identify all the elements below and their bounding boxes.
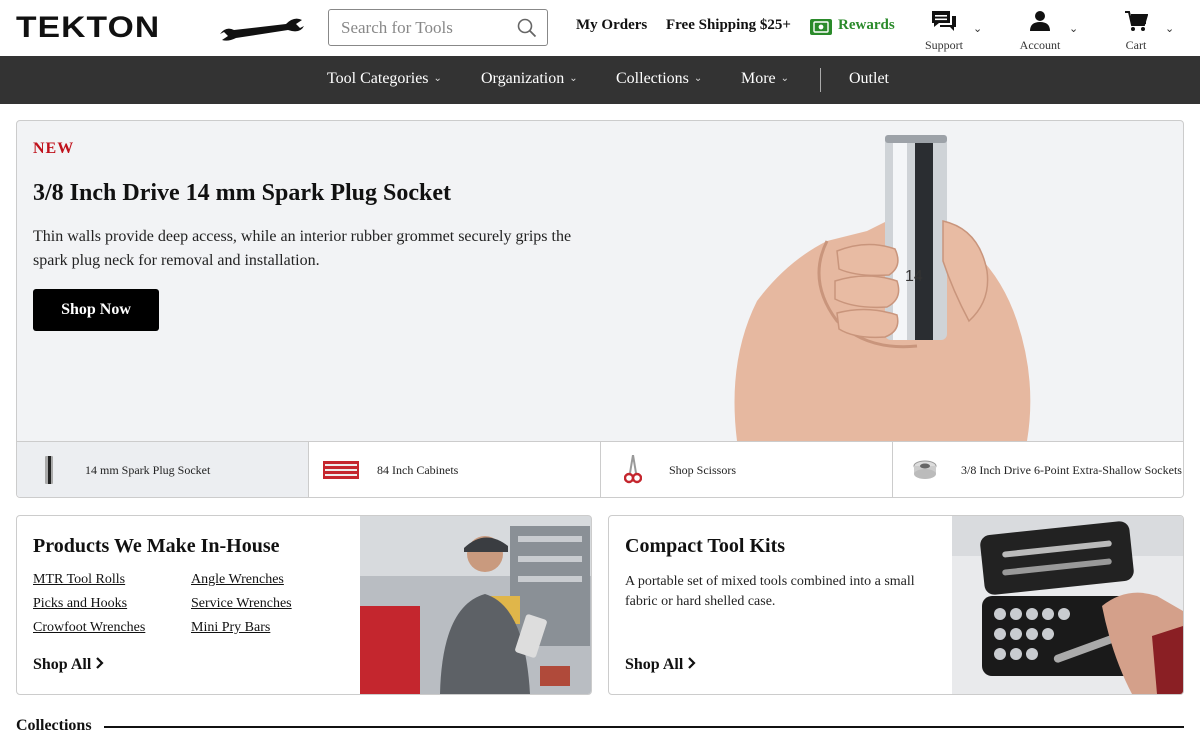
link-crowfoot-wrenches[interactable]: Crowfoot Wrenches bbox=[33, 620, 145, 636]
nav-organization[interactable]: Organization ⌄ bbox=[481, 70, 578, 88]
tool-kit-case-image bbox=[952, 516, 1183, 694]
tekton-logo[interactable]: TEKTON bbox=[16, 10, 306, 46]
chevron-down-icon: ⌄ bbox=[569, 73, 578, 84]
free-shipping-link[interactable]: Free Shipping $25+ bbox=[666, 17, 791, 34]
card-title: Products We Make In-House bbox=[33, 535, 280, 557]
link-service-wrenches[interactable]: Service Wrenches bbox=[191, 596, 292, 612]
chevron-down-icon[interactable]: ⌄ bbox=[1069, 22, 1078, 35]
shop-now-button[interactable]: Shop Now bbox=[33, 289, 159, 331]
cart-menu[interactable]: Cart bbox=[1106, 10, 1166, 53]
nav-more[interactable]: More ⌄ bbox=[741, 70, 789, 88]
cart-label: Cart bbox=[1125, 38, 1147, 52]
chevron-down-icon[interactable]: ⌄ bbox=[973, 22, 982, 35]
thumb-label: Shop Scissors bbox=[669, 462, 737, 477]
nav-label: Tool Categories bbox=[327, 70, 429, 87]
chevron-down-icon: ⌄ bbox=[433, 73, 442, 84]
search-box bbox=[328, 9, 548, 46]
account-label: Account bbox=[1019, 38, 1061, 52]
rewards-ticket-icon bbox=[810, 19, 832, 35]
link-mtr-tool-rolls[interactable]: MTR Tool Rolls bbox=[33, 572, 125, 588]
thumb-spark-plug-socket[interactable]: 14 mm Spark Plug Socket bbox=[17, 442, 309, 497]
nav-label: Collections bbox=[616, 70, 689, 87]
scissors-thumb-icon bbox=[613, 450, 653, 490]
card-description: A portable set of mixed tools combined i… bbox=[625, 574, 915, 609]
hand-holding-socket-image: 14 bbox=[734, 135, 1031, 441]
thumb-extra-shallow-sockets[interactable]: 3/8 Inch Drive 6-Point Extra-Shallow Soc… bbox=[893, 442, 1183, 497]
chevron-down-icon: ⌄ bbox=[780, 73, 790, 84]
link-picks-and-hooks[interactable]: Picks and Hooks bbox=[33, 596, 127, 612]
nav-outlet[interactable]: Outlet bbox=[849, 70, 889, 88]
nav-divider bbox=[820, 68, 821, 92]
account-menu[interactable]: Account bbox=[1010, 10, 1070, 53]
hero-title: 3/8 Inch Drive 14 mm Spark Plug Socket bbox=[33, 180, 452, 206]
shop-all-kits-link[interactable]: Shop All bbox=[625, 656, 697, 674]
new-badge: NEW bbox=[33, 140, 75, 157]
nav-label: More bbox=[741, 70, 776, 87]
user-icon bbox=[1030, 11, 1050, 31]
thumb-label: 3/8 Inch Drive 6-Point Extra-Shallow Soc… bbox=[961, 462, 1182, 477]
shop-all-label: Shop All bbox=[625, 656, 684, 673]
site-header: TEKTON My Orders Free Shipping $25+ Rewa… bbox=[0, 0, 1200, 56]
main-nav: Tool Categories ⌄ Organization ⌄ Collectio… bbox=[0, 56, 1200, 104]
my-orders-link[interactable]: My Orders bbox=[576, 17, 647, 34]
worker-factory-image bbox=[360, 516, 591, 694]
hero-description: Thin walls provide deep access, while an… bbox=[33, 228, 572, 269]
support-menu[interactable]: Support bbox=[914, 10, 974, 53]
shop-all-label: Shop All bbox=[33, 656, 92, 673]
card-title: Compact Tool Kits bbox=[625, 535, 786, 557]
shallow-socket-thumb-icon bbox=[905, 450, 945, 490]
rewards-link[interactable]: Rewards bbox=[838, 17, 895, 34]
thumb-shop-scissors[interactable]: Shop Scissors bbox=[601, 442, 893, 497]
collections-heading: Collections bbox=[16, 717, 92, 734]
socket-marking: 14 bbox=[905, 268, 923, 285]
compact-tool-kits-card: Compact Tool Kits A portable set of mixe… bbox=[608, 515, 1184, 695]
nav-label: Organization bbox=[481, 70, 565, 87]
hero-thumbnails: 14 mm Spark Plug Socket 84 Inch Cabinets… bbox=[17, 441, 1183, 497]
chevron-down-icon: ⌄ bbox=[693, 73, 703, 84]
thumb-label: 84 Inch Cabinets bbox=[377, 462, 459, 477]
cart-icon bbox=[1125, 11, 1149, 31]
cabinet-thumb-icon bbox=[321, 450, 361, 490]
chevron-down-icon[interactable]: ⌄ bbox=[1165, 22, 1174, 35]
hero-banner: NEW 3/8 Inch Drive 14 mm Spark Plug Sock… bbox=[16, 120, 1184, 498]
inhouse-products-card: Products We Make In-House MTR Tool Rolls… bbox=[16, 515, 592, 695]
chat-bubbles-icon bbox=[932, 11, 956, 31]
nav-tool-categories[interactable]: Tool Categories ⌄ bbox=[327, 70, 442, 88]
chevron-right-icon bbox=[688, 657, 696, 669]
collections-divider bbox=[104, 726, 1184, 728]
search-input[interactable] bbox=[329, 10, 509, 45]
wrench-logo-icon bbox=[220, 18, 304, 41]
link-mini-pry-bars[interactable]: Mini Pry Bars bbox=[191, 620, 270, 636]
shop-all-inhouse-link[interactable]: Shop All bbox=[33, 656, 105, 674]
logo-text: TEKTON bbox=[16, 11, 161, 44]
nav-collections[interactable]: Collections ⌄ bbox=[616, 70, 702, 88]
support-label: Support bbox=[924, 38, 963, 52]
search-icon[interactable] bbox=[517, 18, 537, 38]
thumb-label: 14 mm Spark Plug Socket bbox=[85, 462, 211, 477]
thumb-84-inch-cabinets[interactable]: 84 Inch Cabinets bbox=[309, 442, 601, 497]
link-angle-wrenches[interactable]: Angle Wrenches bbox=[191, 572, 284, 588]
socket-thumb-icon bbox=[29, 450, 69, 490]
chevron-right-icon bbox=[96, 657, 104, 669]
